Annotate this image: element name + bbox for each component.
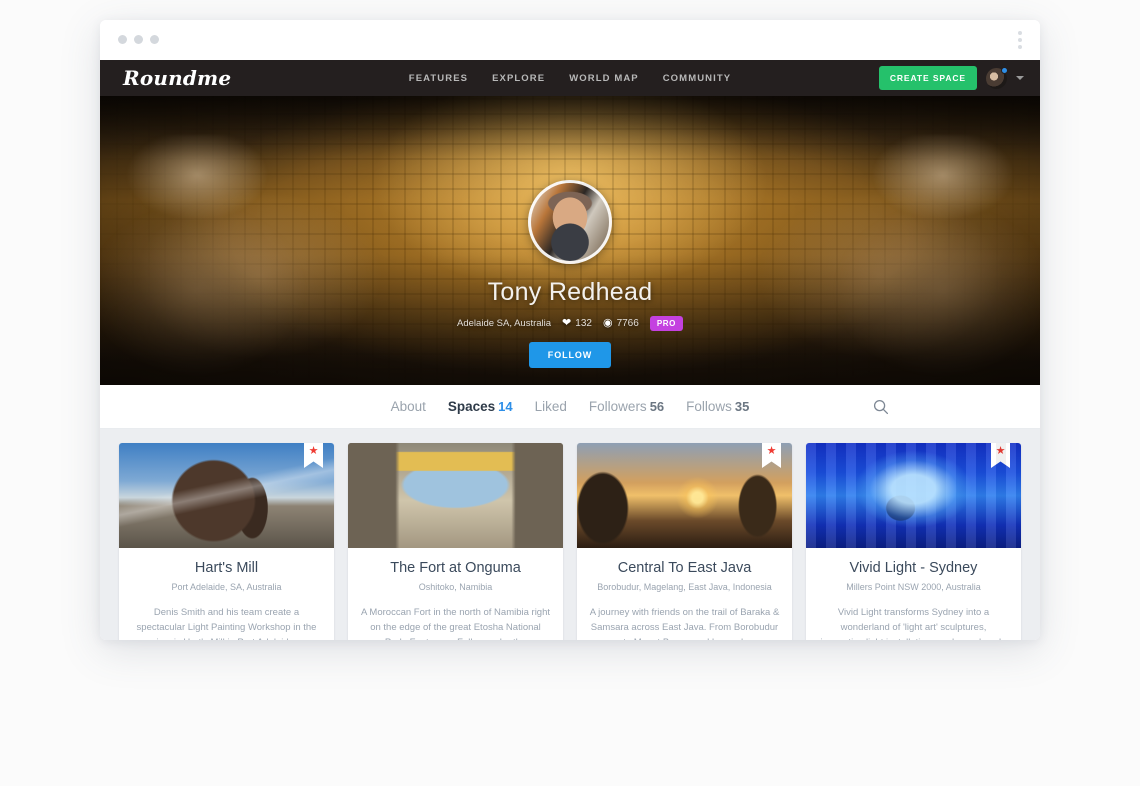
tab-followers[interactable]: Followers 56 [589, 399, 664, 414]
tab-count: 14 [498, 399, 513, 414]
card-title: The Fort at Onguma [390, 560, 521, 576]
card-body: Vivid Light - Sydney Millers Point NSW 2… [806, 548, 1021, 640]
card-location: Oshitoko, Namibia [418, 582, 493, 593]
window-dot-close[interactable] [118, 35, 127, 44]
list-item[interactable]: ★ The Fort at Onguma Oshitoko, Namibia A… [348, 443, 563, 640]
tab-label: Spaces [447, 399, 496, 414]
avatar[interactable] [528, 180, 612, 264]
window-controls[interactable] [118, 35, 159, 44]
card-location: Borobudur, Magelang, East Java, Indonesi… [597, 582, 772, 593]
tab-label: Followers [588, 399, 647, 414]
status-badge: PRO [649, 316, 683, 331]
star-ribbon-icon: ★ [762, 443, 781, 468]
follow-button[interactable]: FOLLOW [528, 342, 612, 368]
chevron-down-icon[interactable] [1016, 76, 1024, 80]
card-title: Hart's Mill [194, 560, 259, 576]
card-description: A journey with friends on the trail of B… [589, 607, 780, 640]
eye-icon: ◉ [602, 317, 613, 329]
profile-tabbar: About Spaces 14 Liked Followers 56 Follows… [100, 385, 1040, 429]
nav-link-community[interactable]: COMMUNITY [663, 73, 731, 84]
kebab-menu-icon[interactable] [1018, 31, 1022, 49]
nav-link-explore[interactable]: EXPLORE [492, 73, 545, 84]
profile-location: Adelaide SA, Australia [457, 318, 552, 329]
card-description: Denis Smith and his team create a specta… [136, 607, 317, 640]
card-body: Hart's Mill Port Adelaide, SA, Australia… [119, 548, 334, 640]
profile-hero-banner: Tony Redhead Adelaide SA, Australia ❤ 13… [100, 96, 1040, 385]
profile-meta: Adelaide SA, Australia ❤ 132 ◉ 7766 PRO [100, 316, 1040, 331]
card-photo: ★ [348, 443, 563, 548]
star-ribbon-icon: ★ [991, 443, 1010, 468]
views-stat: ◉ 7766 [602, 317, 639, 330]
likes-count: 132 [575, 318, 592, 329]
tab-label: About [390, 399, 426, 414]
user-avatar-icon[interactable] [986, 66, 1008, 89]
card-photo: ★ [806, 443, 1021, 548]
tab-spaces[interactable]: Spaces 14 [448, 399, 513, 414]
card-body: Central To East Java Borobudur, Magelang… [577, 548, 792, 640]
card-title: Vivid Light - Sydney [849, 560, 978, 576]
site-logo[interactable]: Roundme [123, 66, 231, 90]
browser-chrome-bar [100, 20, 1040, 60]
card-description: A Moroccan Fort in the north of Namibia … [360, 607, 551, 640]
card-body: The Fort at Onguma Oshitoko, Namibia A M… [348, 548, 563, 640]
views-count: 7766 [616, 318, 639, 329]
card-description: Vivid Light transforms Sydney into a won… [821, 607, 1007, 640]
nav-link-world-map[interactable]: WORLD MAP [569, 73, 639, 84]
main-nav-links: FEATURES EXPLORE WORLD MAP COMMUNITY [409, 73, 731, 84]
tab-count: 35 [734, 399, 750, 414]
tab-about[interactable]: About [391, 399, 426, 414]
navbar-right-group: CREATE SPACE [878, 66, 1024, 90]
create-space-button[interactable]: CREATE SPACE [878, 66, 977, 90]
card-photo: ★ [577, 443, 792, 548]
window-dot-minimize[interactable] [134, 35, 143, 44]
tab-list: About Spaces 14 Liked Followers 56 Follows… [391, 399, 750, 414]
card-title: Central To East Java [617, 560, 752, 576]
card-location: Millers Point NSW 2000, Australia [846, 582, 981, 593]
site-navbar: Roundme FEATURES EXPLORE WORLD MAP COMMU… [100, 60, 1040, 96]
tab-label: Follows [686, 399, 732, 414]
window-dot-maximize[interactable] [150, 35, 159, 44]
tab-liked[interactable]: Liked [535, 399, 567, 414]
list-item[interactable]: ★ Hart's Mill Port Adelaide, SA, Austral… [119, 443, 334, 640]
card-photo: ★ [119, 443, 334, 548]
profile-block: Tony Redhead Adelaide SA, Australia ❤ 13… [100, 180, 1040, 368]
heart-icon: ❤ [562, 317, 572, 329]
likes-stat: ❤ 132 [562, 317, 592, 330]
list-item[interactable]: ★ Central To East Java Borobudur, Magela… [577, 443, 792, 640]
star-ribbon-icon: ★ [533, 443, 552, 468]
tab-follows[interactable]: Follows 35 [686, 399, 749, 414]
card-location: Port Adelaide, SA, Australia [171, 582, 282, 593]
notification-badge-icon [1001, 66, 1008, 74]
star-ribbon-icon: ★ [304, 443, 323, 468]
nav-link-features[interactable]: FEATURES [409, 73, 468, 84]
tab-count: 56 [649, 399, 665, 414]
tab-label: Liked [534, 399, 567, 414]
search-icon[interactable] [870, 396, 892, 418]
browser-window: Roundme FEATURES EXPLORE WORLD MAP COMMU… [100, 20, 1040, 640]
page-title: Tony Redhead [487, 278, 653, 306]
list-item[interactable]: ★ Vivid Light - Sydney Millers Point NSW… [806, 443, 1021, 640]
spaces-card-grid: ★ Hart's Mill Port Adelaide, SA, Austral… [100, 429, 1040, 640]
